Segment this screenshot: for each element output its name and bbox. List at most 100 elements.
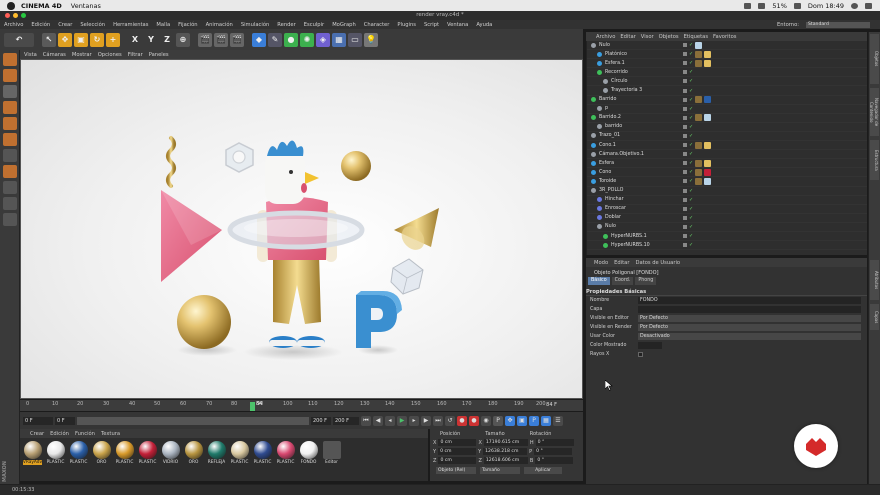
object-tag-icon[interactable]: [704, 59, 712, 67]
menu-item[interactable]: Script: [420, 22, 443, 28]
object-row[interactable]: Platónico ✓: [587, 50, 867, 60]
visibility-dot-icon[interactable]: [683, 106, 687, 111]
next-frame-icon[interactable]: ▸: [409, 415, 419, 426]
object-row[interactable]: Barrido ✓: [587, 96, 867, 105]
viewport-menu-item[interactable]: Mostrar: [72, 52, 92, 58]
prev-key-icon[interactable]: ◀: [373, 415, 383, 426]
visibility-dot-icon[interactable]: [683, 170, 687, 175]
material-swatch[interactable]: PLASTIC: [68, 441, 89, 481]
enabled-check-icon[interactable]: ✓: [689, 106, 693, 112]
attr-value-field[interactable]: Desactivado: [638, 333, 861, 340]
enabled-check-icon[interactable]: ✓: [689, 169, 693, 175]
z-axis-toggle[interactable]: Z: [160, 33, 174, 47]
tab-basico[interactable]: Básico: [588, 277, 610, 285]
timeline[interactable]: 0 10 20 30 40 50 60 70 80 90 100 110 120…: [20, 400, 583, 411]
enabled-check-icon[interactable]: ✓: [689, 115, 693, 121]
key-pla-icon[interactable]: ▦: [541, 415, 551, 426]
snap-icon[interactable]: [2, 181, 17, 194]
undo-icon[interactable]: ↶: [4, 32, 34, 47]
object-tag-icon[interactable]: [695, 59, 703, 67]
coord-system-icon[interactable]: ⊕: [176, 32, 190, 47]
material-swatch[interactable]: PLASTIC: [114, 441, 135, 481]
enabled-check-icon[interactable]: ✓: [689, 97, 693, 103]
model-mode-icon[interactable]: [2, 53, 17, 66]
minimize-window-button[interactable]: [13, 13, 18, 18]
entorno-select[interactable]: Standard: [806, 21, 870, 28]
coord-size-field[interactable]: 17190.615 cm: [483, 439, 528, 446]
material-swatch[interactable]: VIDRIO: [160, 441, 181, 481]
object-tag-icon[interactable]: [704, 159, 712, 167]
object-row[interactable]: Barrido.2 ✓: [587, 114, 867, 123]
floor-icon[interactable]: ▦: [332, 32, 346, 47]
object-menu-item[interactable]: Favoritos: [713, 34, 736, 40]
object-row[interactable]: Nulo ✓: [587, 41, 867, 51]
visibility-dot-icon[interactable]: [683, 215, 687, 220]
tab-capas[interactable]: Capas: [870, 304, 879, 330]
tab-objetos[interactable]: Objetos: [870, 34, 879, 84]
viewport-menu-item[interactable]: Vista: [24, 52, 37, 58]
object-tag-icon[interactable]: [704, 141, 712, 149]
rotate-tool-icon[interactable]: ↻: [90, 32, 104, 47]
menu-item[interactable]: Malla: [152, 22, 174, 28]
points-mode-icon[interactable]: [2, 101, 17, 114]
tweak-mode-icon[interactable]: [2, 165, 17, 178]
menu-item[interactable]: Herramientas: [109, 22, 152, 28]
enabled-check-icon[interactable]: ✓: [689, 160, 693, 166]
object-tag-icon[interactable]: [695, 177, 703, 185]
material-swatch[interactable]: PLASTIC: [45, 441, 66, 481]
enabled-check-icon[interactable]: ✓: [689, 178, 693, 184]
material-swatch[interactable]: ORO: [91, 441, 112, 481]
object-row[interactable]: Nulo ✓: [587, 223, 867, 232]
edges-mode-icon[interactable]: [2, 117, 17, 130]
tab-navegador-contenido[interactable]: Navegador de Contenido: [869, 88, 879, 136]
app-name[interactable]: CINEMA 4D: [21, 2, 62, 10]
enabled-check-icon[interactable]: ✓: [689, 69, 693, 75]
object-row[interactable]: Hinchar ✓: [587, 196, 867, 205]
visibility-dot-icon[interactable]: [683, 197, 687, 202]
attr-menu-item[interactable]: Datos de Usuario: [635, 260, 680, 266]
deformer-icon[interactable]: ◈: [316, 32, 330, 47]
timeline-playhead[interactable]: [250, 402, 255, 411]
menu-item[interactable]: Plugins: [393, 22, 420, 28]
attr-value-field[interactable]: [638, 306, 861, 313]
timeline-menu-icon[interactable]: ☰: [553, 415, 563, 426]
menu-item[interactable]: Edición: [27, 22, 54, 28]
menu-item[interactable]: Archivo: [0, 22, 27, 28]
coord-size-select[interactable]: Tamaño: [480, 467, 520, 474]
object-tag-icon[interactable]: [704, 96, 712, 104]
tab-phong[interactable]: Phong: [635, 277, 657, 285]
light-icon[interactable]: 💡: [364, 32, 378, 47]
enabled-check-icon[interactable]: ✓: [689, 233, 693, 239]
apply-button[interactable]: Aplicar: [524, 467, 562, 474]
menu-item[interactable]: Character: [360, 22, 394, 28]
coord-rotation-field[interactable]: 0 °: [534, 448, 573, 455]
workplane-lock-icon[interactable]: [2, 197, 17, 210]
texture-mode-icon[interactable]: [2, 69, 17, 82]
enabled-check-icon[interactable]: ✓: [689, 124, 693, 130]
material-menu-item[interactable]: Edición: [50, 431, 69, 437]
menu-item[interactable]: Crear: [54, 22, 76, 28]
attr-value-field[interactable]: Por Defecto: [638, 324, 861, 331]
record-keys-icon[interactable]: ●: [457, 415, 467, 426]
viewport[interactable]: [20, 59, 583, 399]
object-tag-icon[interactable]: [704, 50, 712, 58]
object-tag-icon[interactable]: [695, 50, 703, 58]
key-scale-icon[interactable]: ▣: [517, 415, 527, 426]
coord-mode-select[interactable]: Objeto (Rel): [436, 467, 476, 474]
material-menu-item[interactable]: Textura: [101, 431, 120, 437]
enabled-check-icon[interactable]: ✓: [689, 151, 693, 157]
xray-checkbox[interactable]: [638, 352, 643, 357]
array-icon[interactable]: ✺: [300, 32, 314, 47]
enabled-check-icon[interactable]: ✓: [689, 142, 693, 148]
enabled-check-icon[interactable]: ✓: [689, 224, 693, 230]
max-frame-field[interactable]: 200 F: [311, 416, 331, 425]
visibility-dot-icon[interactable]: [683, 133, 687, 138]
coord-size-field[interactable]: 12638.218 cm: [483, 448, 528, 455]
coord-position-field[interactable]: 0 cm: [438, 448, 477, 455]
material-swatch[interactable]: PLASTIC: [275, 441, 296, 481]
object-row[interactable]: Esfera ✓: [587, 159, 867, 169]
menu-item[interactable]: Esculpir: [300, 22, 328, 28]
object-row[interactable]: 3R_POLLO ✓: [587, 187, 867, 196]
object-tag-icon[interactable]: [704, 168, 712, 176]
visibility-dot-icon[interactable]: [683, 97, 687, 102]
